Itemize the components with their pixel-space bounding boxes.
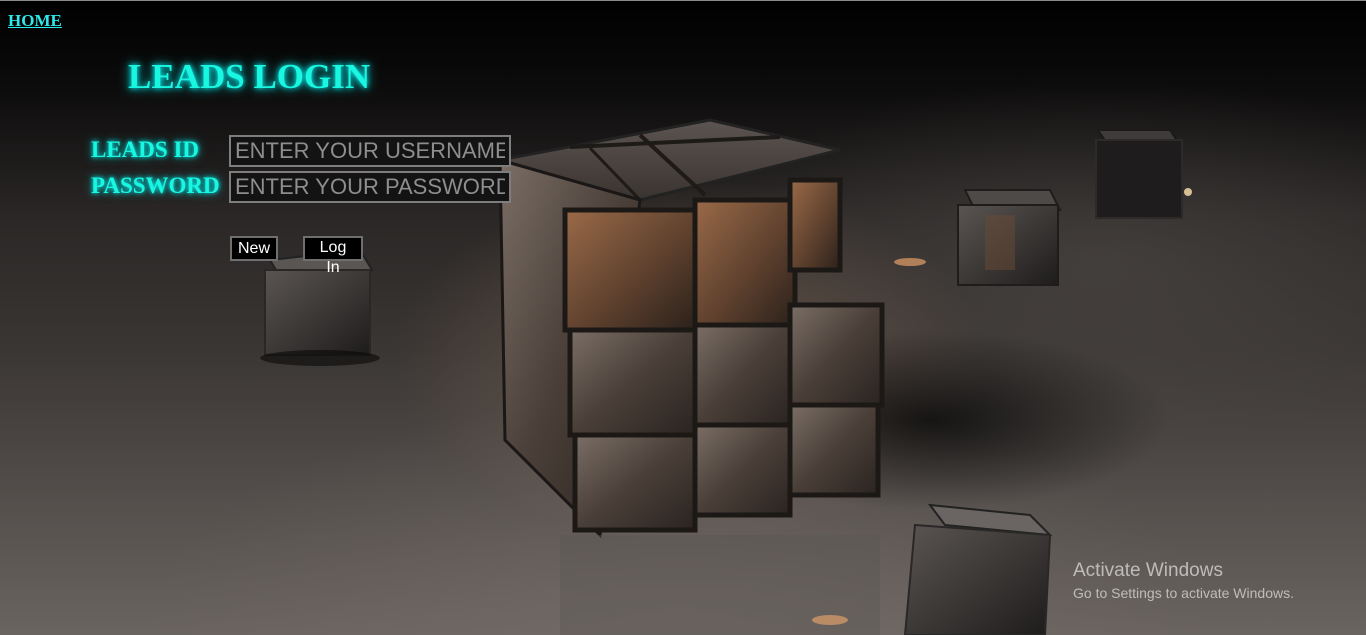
activate-windows-subtitle: Go to Settings to activate Windows. <box>1073 585 1294 601</box>
login-button[interactable]: Log In <box>303 236 363 276</box>
password-label: PASSWORD <box>91 173 220 198</box>
password-input[interactable] <box>229 171 511 203</box>
new-button[interactable]: New <box>230 236 278 261</box>
page-title: LEADS LOGIN <box>128 57 371 96</box>
activate-windows-title: Activate Windows <box>1073 560 1223 581</box>
leads-id-input[interactable] <box>229 135 511 167</box>
activate-windows-watermark: Activate Windows Go to Settings to activ… <box>1073 560 1294 601</box>
home-link[interactable]: HOME <box>8 11 62 31</box>
top-border <box>0 0 1366 1</box>
leads-id-label: LEADS ID <box>91 137 200 162</box>
